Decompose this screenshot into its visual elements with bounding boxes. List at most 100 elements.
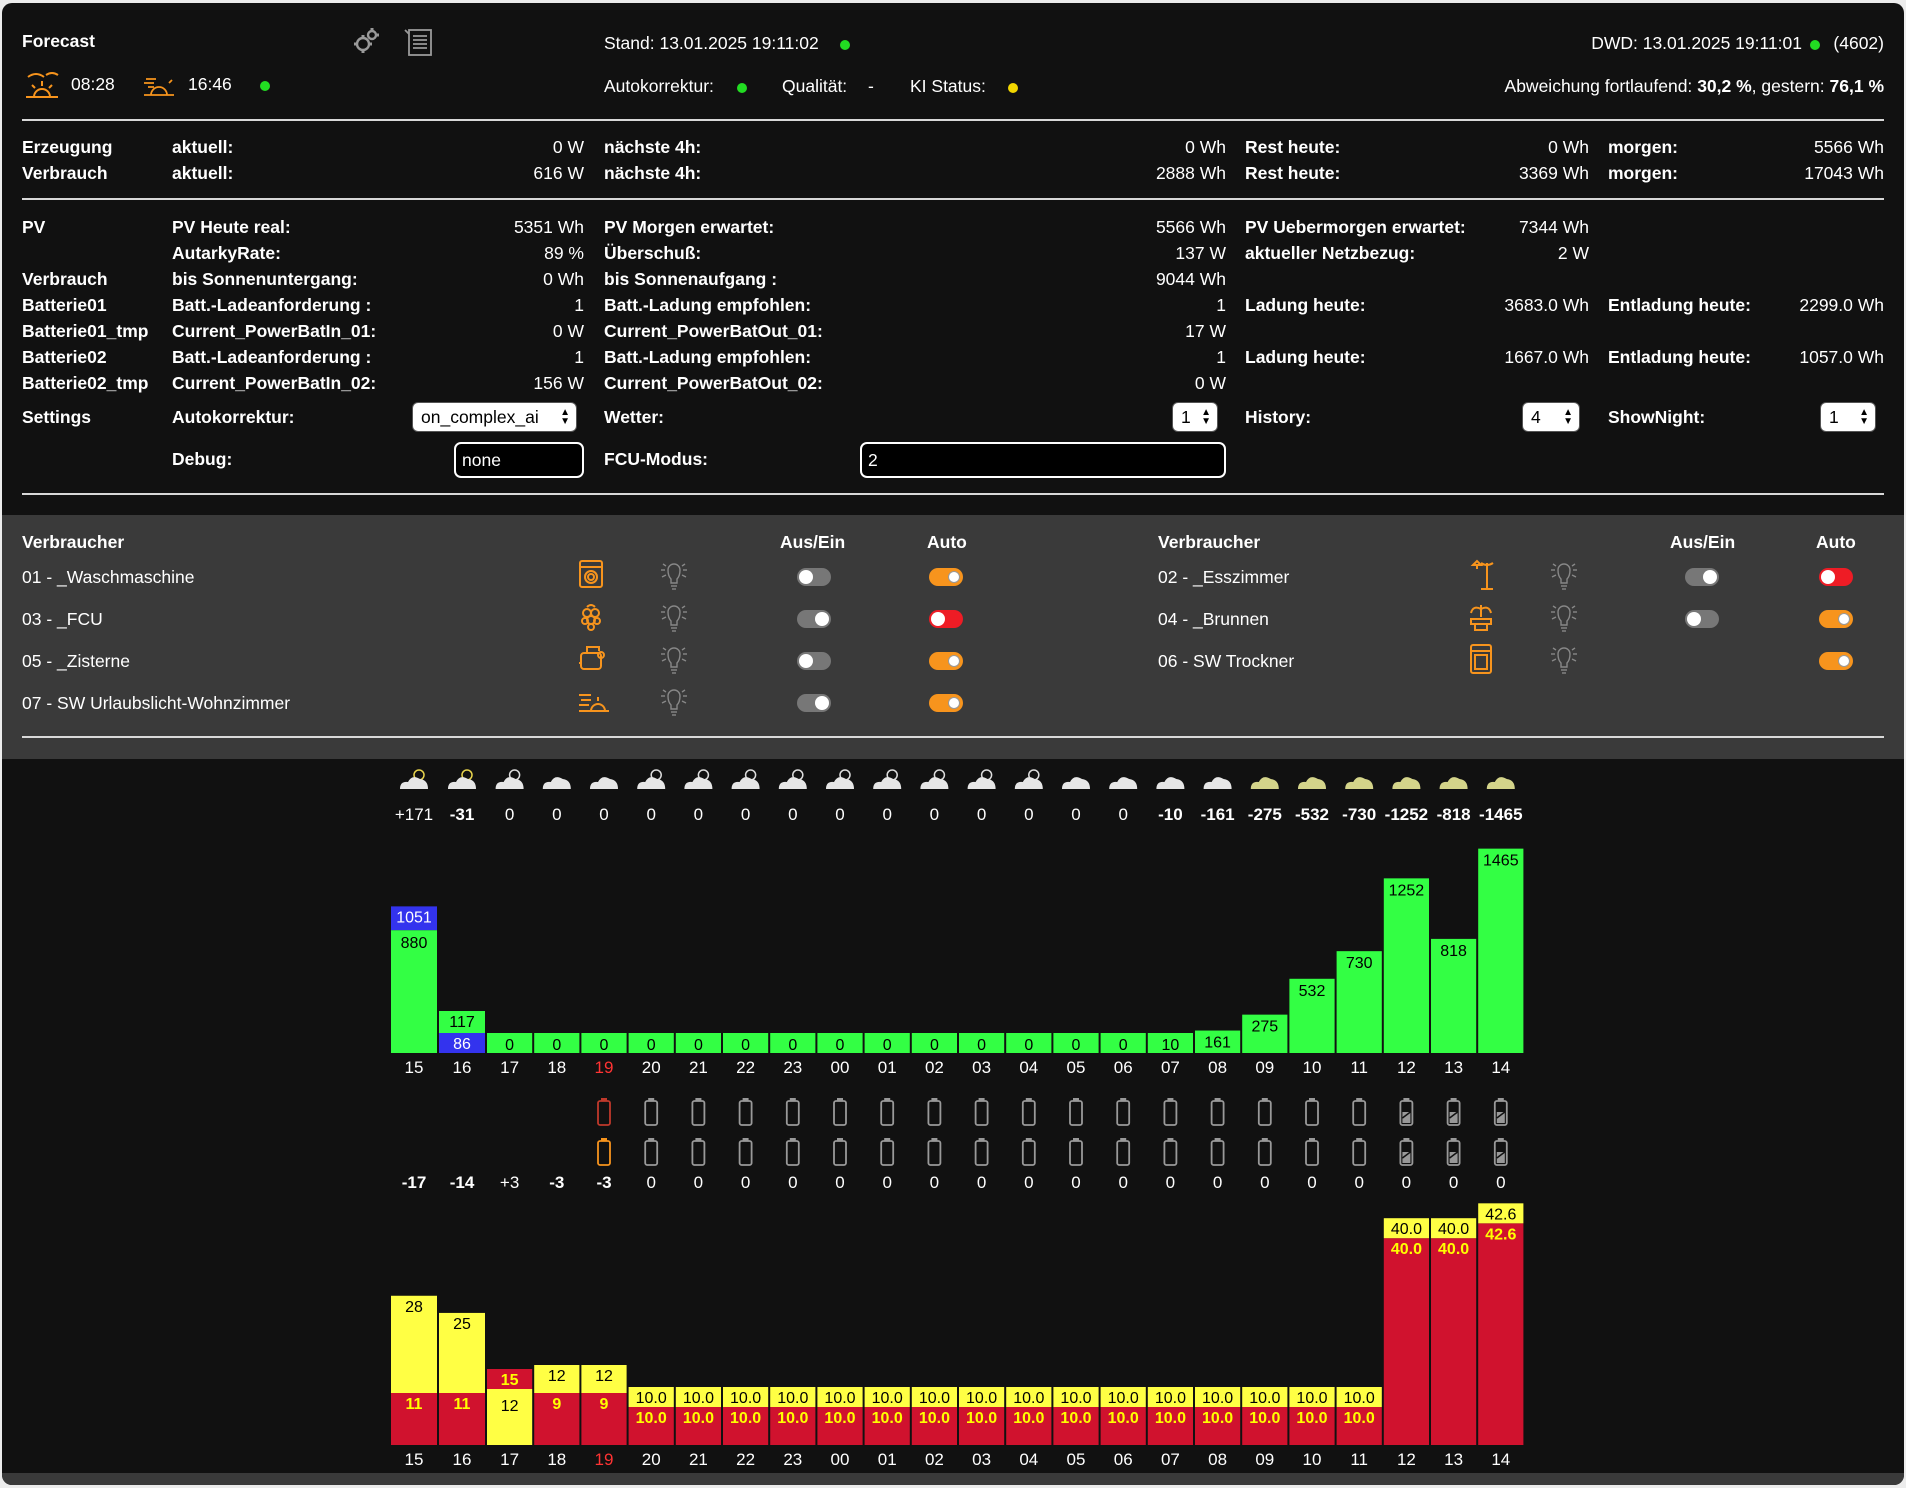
history-select[interactable]: 4 ▲ ▼	[1522, 402, 1580, 432]
power-toggle[interactable]	[797, 652, 831, 670]
pv-hour-label: 11	[1350, 1058, 1368, 1077]
power-toggle[interactable]	[1685, 610, 1719, 628]
stat-value: 7344 Wh	[1518, 217, 1589, 237]
row-label: PV	[22, 217, 46, 237]
battery-icon	[1352, 1138, 1367, 1166]
deviation-label: -730	[1342, 805, 1376, 824]
auto-toggle[interactable]	[929, 568, 963, 586]
stat-value: 89 %	[544, 243, 584, 263]
stat-label: AutarkyRate:	[172, 243, 281, 263]
wetter-select[interactable]: 1 ▲ ▼	[1172, 402, 1218, 432]
consumer-name: 02 - _Esszimmer	[1158, 567, 1290, 587]
deviation-label: -10	[1158, 805, 1183, 824]
battery-icon	[1257, 1098, 1272, 1126]
stat-label: aktuell:	[172, 137, 234, 157]
stat-value: 17043 Wh	[1804, 163, 1884, 183]
battery-icon	[974, 1138, 989, 1166]
price-hour-label: 04	[1019, 1450, 1038, 1469]
deviation-label: -532	[1295, 805, 1329, 824]
bulb-icon[interactable]	[658, 563, 690, 593]
settings-gears-icon[interactable]	[352, 27, 380, 55]
battery-icon	[1446, 1138, 1461, 1166]
stand-timestamp: Stand: 13.01.2025 19:11:02	[604, 33, 819, 53]
pv-bar-label: 0	[788, 1037, 797, 1054]
auto-toggle[interactable]	[1819, 610, 1853, 628]
auto-toggle[interactable]	[929, 694, 963, 712]
consumer-name: 07 - SW Urlaubslicht-Wohnzimmer	[22, 693, 291, 713]
bulb-icon[interactable]	[1548, 647, 1580, 677]
battery-icon	[1493, 1138, 1508, 1166]
stat-value: 0 Wh	[1548, 137, 1589, 157]
stat-value: 1057.0 Wh	[1799, 347, 1884, 367]
pv-hour-label: 05	[1067, 1058, 1086, 1077]
deviation-label: -275	[1248, 805, 1282, 824]
dwd-timestamp: DWD: 13.01.2025 19:11:01	[1591, 33, 1802, 53]
auto-toggle[interactable]	[929, 652, 963, 670]
stat-value: 2299.0 Wh	[1799, 295, 1884, 315]
battery-icon	[785, 1138, 800, 1166]
autokorrektur-select[interactable]: on_complex_ai ▲ ▼	[412, 402, 577, 432]
lamp-icon	[1470, 559, 1494, 590]
battery-icon	[1069, 1138, 1083, 1166]
sun-cloud-icon	[920, 769, 949, 789]
pv-bar	[1478, 848, 1524, 1053]
price-bar-red-label: 40.0	[1391, 1241, 1422, 1258]
deviation-label: 0	[788, 805, 797, 824]
pv-hour-label: 17	[500, 1058, 519, 1077]
price-bar-red-label: 10.0	[1155, 1410, 1186, 1427]
consumer-name: 05 - _Zisterne	[22, 651, 130, 671]
pv-hour-label: 22	[736, 1058, 755, 1077]
divider	[22, 198, 1884, 200]
auto-toggle[interactable]	[929, 610, 963, 628]
abweichung-gestern-prefix: , gestern:	[1751, 76, 1825, 96]
log-list-icon[interactable]	[404, 27, 434, 57]
cloud-icon	[1250, 777, 1279, 789]
cloud-icon	[1392, 777, 1421, 789]
pv-bar-label: 0	[977, 1037, 986, 1054]
auto-toggle[interactable]	[1819, 568, 1853, 586]
power-toggle[interactable]	[1685, 568, 1719, 586]
power-toggle[interactable]	[797, 568, 831, 586]
battery-icon	[1021, 1138, 1036, 1166]
consumers-header-name: Verbraucher	[22, 532, 125, 552]
sun-cloud-icon	[778, 769, 807, 789]
bulb-icon[interactable]	[658, 605, 690, 635]
power-toggle[interactable]	[797, 694, 831, 712]
stat-label: aktueller Netzbezug:	[1245, 243, 1416, 263]
power-toggle[interactable]	[797, 610, 831, 628]
battery-value-label: 0	[882, 1173, 891, 1192]
price-bar-yellow-label: 10.0	[1155, 1390, 1186, 1407]
bulb-icon[interactable]	[658, 689, 690, 719]
stat-value: 5566 Wh	[1813, 137, 1884, 157]
divider	[22, 493, 1884, 495]
consumers-panel: Verbraucher Aus/Ein Auto Verbraucher Aus…	[2, 515, 1904, 759]
price-bar-yellow-label: 10.0	[1108, 1390, 1139, 1407]
bulb-icon[interactable]	[1548, 563, 1580, 593]
stat-value: 2888 Wh	[1155, 163, 1226, 183]
auto-toggle[interactable]	[1819, 652, 1853, 670]
battery-icon	[1493, 1098, 1508, 1126]
price-bar-yellow-label: 10.0	[730, 1390, 761, 1407]
shownight-select[interactable]: 1 ▲ ▼	[1820, 402, 1876, 432]
history-setting-label: History:	[1245, 407, 1312, 427]
debug-input[interactable]: none	[454, 442, 584, 478]
stat-label: nächste 4h:	[604, 163, 702, 183]
stat-value: 0 W	[1194, 373, 1226, 393]
battery-value-label: -3	[549, 1173, 564, 1192]
price-bar-yellow-label: 40.0	[1391, 1221, 1422, 1238]
battery-icon	[1163, 1098, 1178, 1126]
stat-label: morgen:	[1608, 137, 1678, 157]
stat-label: PV Uebermorgen erwartet:	[1245, 217, 1466, 237]
stat-label: Rest heute:	[1245, 137, 1341, 157]
price-bar-red	[1431, 1238, 1477, 1445]
pv-bar-label: 10	[1162, 1037, 1180, 1054]
fcu-input[interactable]: 2	[860, 442, 1226, 478]
battery-value-label: 0	[1496, 1173, 1505, 1192]
pv-bar-label: 161	[1204, 1035, 1231, 1052]
bulb-icon[interactable]	[1548, 605, 1580, 635]
bulb-icon[interactable]	[658, 647, 690, 677]
price-bar-yellow-label: 12	[595, 1368, 613, 1385]
sun-status-dot	[260, 81, 270, 91]
stat-label: morgen:	[1608, 163, 1678, 183]
pv-hour-label: 09	[1255, 1058, 1274, 1077]
